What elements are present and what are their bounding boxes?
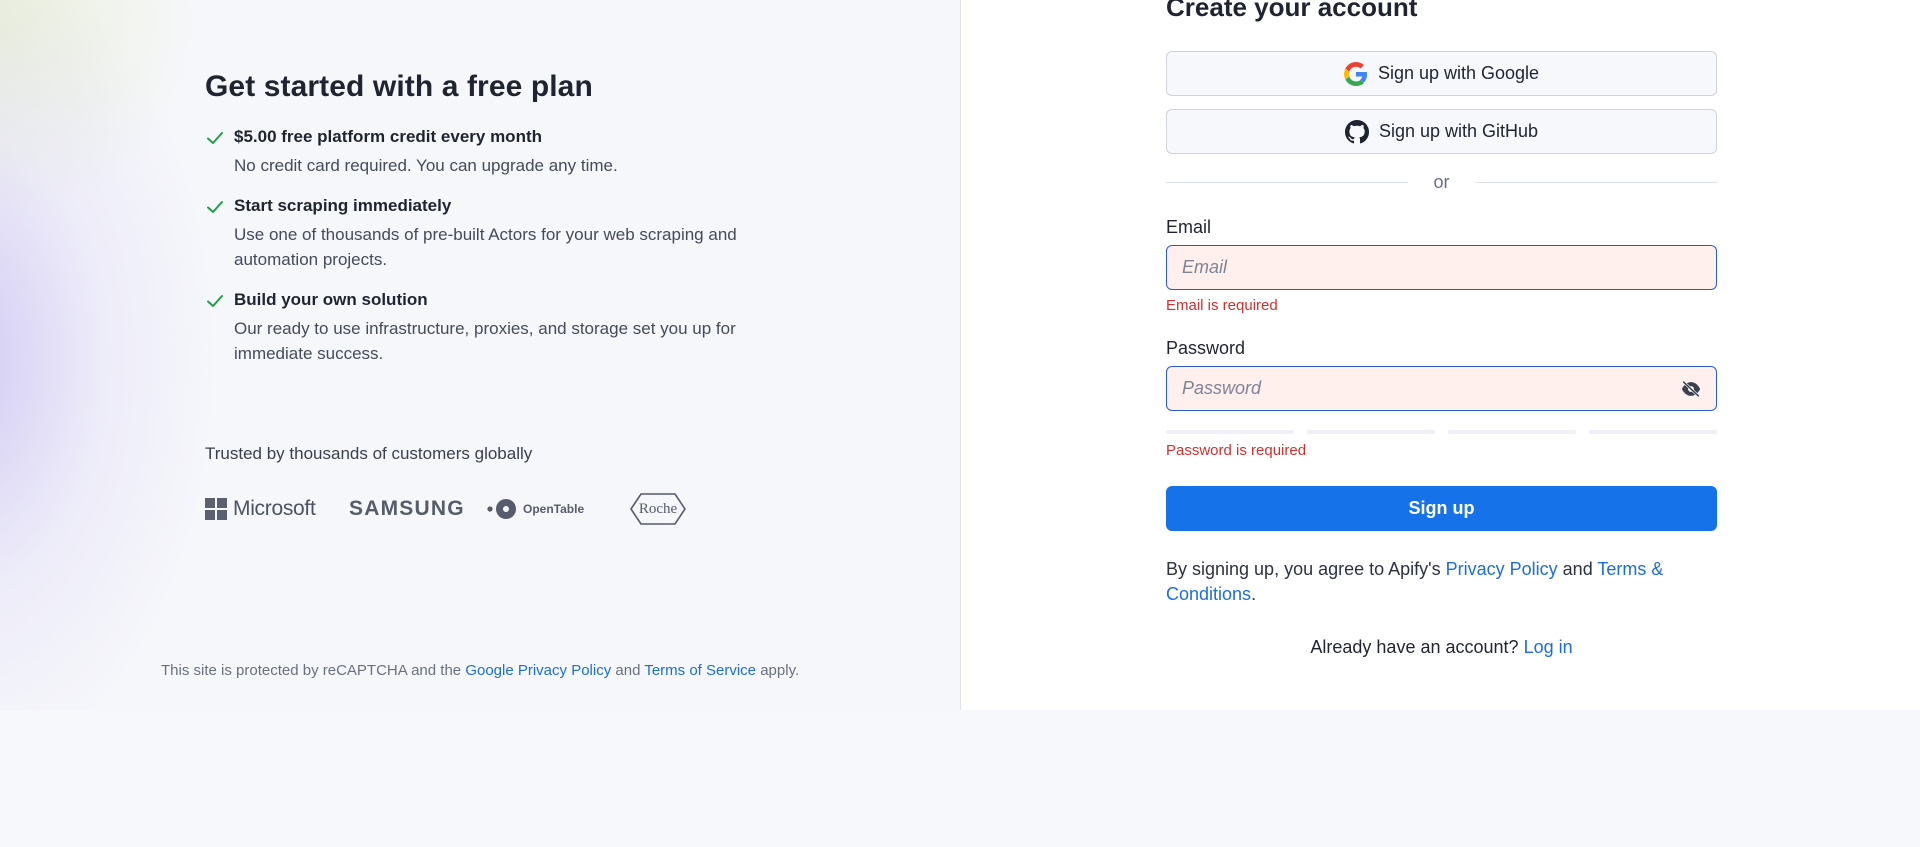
trusted-text: Trusted by thousands of customers global… xyxy=(205,444,533,463)
opentable-logo: OpenTable xyxy=(486,491,584,527)
benefit-description: No credit card required. You can upgrade… xyxy=(234,156,618,175)
recaptcha-prefix: This site is protected by reCAPTCHA and … xyxy=(161,662,462,679)
check-icon xyxy=(207,295,223,307)
samsung-logo: SAMSUNG xyxy=(349,497,465,520)
promo-section: Get started with a free plan $5.00 free … xyxy=(205,70,805,383)
divider-line-right xyxy=(1475,182,1717,183)
page-bottom xyxy=(0,710,1920,847)
password-strength-meter xyxy=(1166,430,1717,434)
opentable-logo-text: OpenTable xyxy=(523,502,585,516)
google-privacy-link[interactable]: Google Privacy Policy xyxy=(465,662,611,679)
login-prompt-text: Already have an account? xyxy=(1310,637,1519,657)
password-input[interactable] xyxy=(1167,367,1716,410)
password-label: Password xyxy=(1166,338,1246,358)
password-field-wrapper xyxy=(1166,366,1717,411)
password-error: Password is required xyxy=(1166,442,1307,459)
strength-segment xyxy=(1448,430,1576,434)
check-icon xyxy=(207,201,223,213)
strength-segment xyxy=(1589,430,1717,434)
strength-segment xyxy=(1307,430,1435,434)
microsoft-grid-icon xyxy=(205,498,227,520)
benefit-title: Start scraping immediately xyxy=(234,196,452,215)
recaptcha-notice: This site is protected by reCAPTCHA and … xyxy=(161,662,799,679)
sign-up-button[interactable]: Sign up xyxy=(1166,486,1717,531)
opentable-mark-icon xyxy=(487,499,516,519)
email-input[interactable] xyxy=(1167,246,1716,289)
microsoft-logo: Microsoft xyxy=(205,491,316,527)
benefit-item: Build your own solution Our ready to use… xyxy=(205,289,805,366)
check-icon xyxy=(207,132,223,144)
benefit-title: Build your own solution xyxy=(234,290,428,309)
github-icon xyxy=(1344,119,1369,143)
promo-title: Get started with a free plan xyxy=(205,70,593,103)
form-title: Create your account xyxy=(1166,0,1418,22)
google-signup-label: Sign up with Google xyxy=(1377,63,1540,83)
eye-off-icon[interactable] xyxy=(1680,379,1702,399)
or-divider: or xyxy=(1166,170,1717,196)
strength-segment xyxy=(1166,430,1294,434)
google-terms-link[interactable]: Terms of Service xyxy=(644,662,756,679)
github-signup-button[interactable]: Sign up with GitHub xyxy=(1166,109,1717,154)
roche-logo-text: Roche xyxy=(638,500,678,517)
login-prompt: Already have an account? Log in xyxy=(1166,637,1717,658)
benefit-description: Our ready to use infrastructure, proxies… xyxy=(234,319,736,363)
benefits-list: $5.00 free platform credit every month N… xyxy=(205,126,805,366)
agree-prefix: By signing up, you agree to Apify's xyxy=(1166,559,1441,579)
benefit-description: Use one of thousands of pre-built Actors… xyxy=(234,225,737,269)
recaptcha-and: and xyxy=(615,662,641,679)
roche-logo: Roche xyxy=(629,491,687,527)
agree-suffix: . xyxy=(1251,584,1257,604)
google-icon xyxy=(1343,61,1367,86)
email-error: Email is required xyxy=(1166,297,1278,314)
google-signup-button[interactable]: Sign up with Google xyxy=(1166,51,1717,96)
email-label: Email xyxy=(1166,217,1212,237)
github-signup-label: Sign up with GitHub xyxy=(1378,121,1539,141)
microsoft-logo-text: Microsoft xyxy=(233,497,316,520)
terms-agreement: By signing up, you agree to Apify's Priv… xyxy=(1166,557,1717,607)
benefit-item: Start scraping immediately Use one of th… xyxy=(205,195,805,272)
benefit-item: $5.00 free platform credit every month N… xyxy=(205,126,805,178)
privacy-policy-link[interactable]: Privacy Policy xyxy=(1446,559,1558,579)
email-field-wrapper xyxy=(1166,245,1717,290)
agree-and: and xyxy=(1562,559,1593,579)
benefit-title: $5.00 free platform credit every month xyxy=(234,127,543,146)
login-link[interactable]: Log in xyxy=(1524,637,1573,657)
recaptcha-suffix: apply. xyxy=(760,662,800,679)
